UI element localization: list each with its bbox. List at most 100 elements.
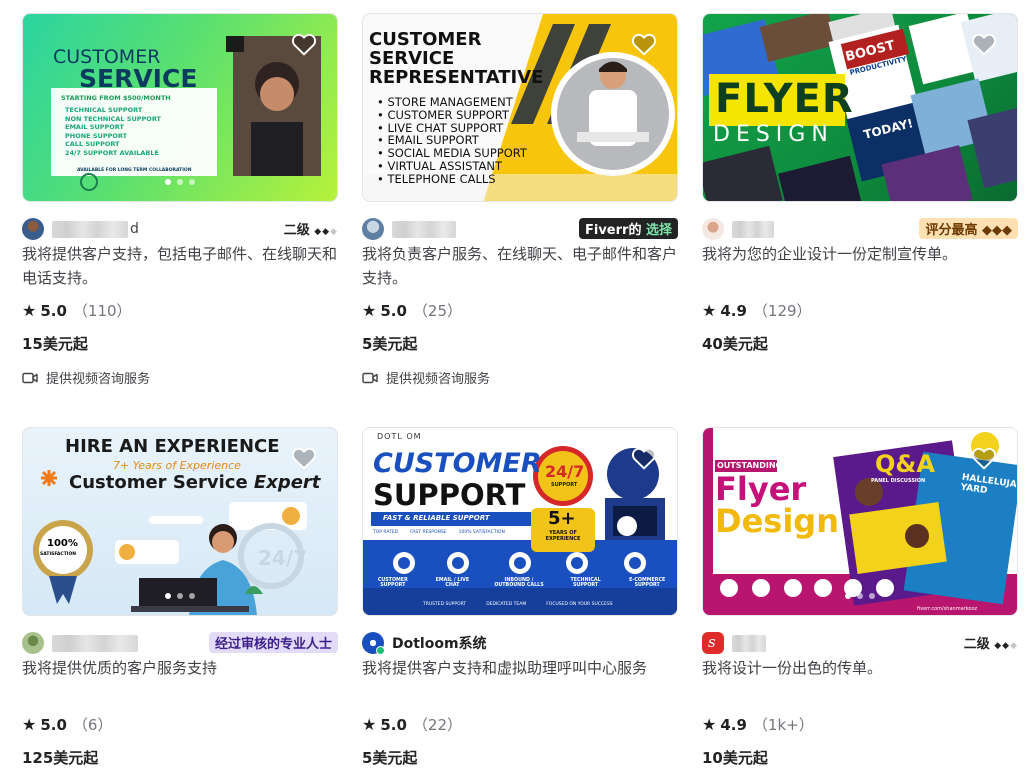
heart-icon[interactable] xyxy=(291,446,317,470)
gig-card[interactable]: FLYER DESIGN BOOST PRODUCTIVITY TODAY! 评… xyxy=(702,13,1018,354)
gig-title[interactable]: 我将负责客户服务、在线聊天、电子邮件和客户支持。 xyxy=(362,242,678,290)
thumb-title-line: CUSTOMER xyxy=(369,29,482,50)
thumb-item: CALL SUPPORT xyxy=(65,140,120,148)
thumb-strip: FAST & RELIABLE SUPPORT xyxy=(383,514,490,522)
heart-icon[interactable] xyxy=(631,32,657,56)
seller-name-blurred[interactable] xyxy=(392,220,456,238)
gig-card[interactable]: CUSTOMER SERVICE STARTING FROM $500/MONT… xyxy=(22,13,338,387)
thumb-seal-text: SATISFACTION xyxy=(40,552,77,557)
thumb-item: TELEPHONE CALLS xyxy=(387,171,496,186)
avatar[interactable] xyxy=(362,218,384,240)
carousel-dots[interactable] xyxy=(165,179,195,185)
thumb-footer: AVAILABLE FOR LONG TERM COLLABORATION xyxy=(77,168,192,173)
rating-score: 5.0 xyxy=(40,301,67,320)
price: 5美元起 xyxy=(362,335,418,353)
heart-icon[interactable] xyxy=(631,446,657,470)
seller-name[interactable]: Dotloom系统 xyxy=(392,633,487,653)
rating-score: 5.0 xyxy=(380,301,407,320)
thumb-service: INBOUND / OUTBOUND CALLS xyxy=(494,578,544,588)
price: 40美元起 xyxy=(702,335,768,353)
seller-name-tail[interactable]: d xyxy=(130,221,139,237)
video-consultation: 提供视频咨询服务 xyxy=(22,368,338,387)
thumb-badge247-sub: SUPPORT xyxy=(551,482,578,488)
thumb-qa: Q&A xyxy=(875,450,935,478)
rating-count: （110） xyxy=(72,302,132,320)
level-diamonds-icon: ◆◆◆ xyxy=(994,641,1018,651)
seller-name-blurred[interactable] xyxy=(52,220,128,238)
gig-title[interactable]: 我将提供客户支持，包括电子邮件、在线聊天和电话支持。 xyxy=(22,242,338,290)
star-icon: ★ xyxy=(22,715,37,734)
star-icon: ★ xyxy=(702,301,717,320)
gig-title[interactable]: 我将提供客户支持和虚拟助理呼叫中心服务 xyxy=(362,656,678,704)
thumb-items: TECHNICAL SUPPORT NON TECHNICAL SUPPORT … xyxy=(65,106,161,157)
gig-thumbnail[interactable]: CUSTOMER SERVICE REPRESENTATIVE • STORE … xyxy=(362,13,678,202)
price: 125美元起 xyxy=(22,749,99,767)
heart-icon[interactable] xyxy=(971,32,997,56)
thumb-item: TECHNICAL SUPPORT xyxy=(65,106,143,114)
gig-thumbnail[interactable]: OUTSTANDING Flyer Design Q&A PANEL DISCU… xyxy=(702,427,1018,616)
rating: ★ 4.9 （1k+） xyxy=(702,714,1018,735)
gig-thumbnail[interactable]: FLYER DESIGN BOOST PRODUCTIVITY TODAY! xyxy=(702,13,1018,202)
rating: ★ 5.0 （6） xyxy=(22,714,338,735)
rating-count: （22） xyxy=(412,716,463,734)
rating-count: （129） xyxy=(752,302,812,320)
fiverrs-choice-badge: Fiverr的 选择 xyxy=(579,218,678,239)
gig-card[interactable]: DOTL OM CUSTOMER SUPPORT FAST & RELIABLE… xyxy=(362,427,678,768)
avatar[interactable] xyxy=(702,218,724,240)
gig-card[interactable]: HIRE AN EXPERIENCE 7+ Years of Experienc… xyxy=(22,427,338,768)
thumb-logo: DOTL OM xyxy=(377,432,422,441)
avatar[interactable] xyxy=(362,632,385,655)
seller-level-label: 二级 xyxy=(283,223,310,238)
thumb-url: fiverr.com/shanmarkooz xyxy=(917,606,978,612)
thumb-check: FAST RESPONSE xyxy=(410,530,447,535)
rating: ★ 5.0 （110） xyxy=(22,300,338,321)
thumb-line1: CUSTOMER xyxy=(373,448,542,479)
thumb-service: E-COMMERCE SUPPORT xyxy=(629,578,666,588)
gig-thumbnail[interactable]: CUSTOMER SERVICE STARTING FROM $500/MONT… xyxy=(22,13,338,202)
thumb-qa-sub: PANEL DISCUSSION xyxy=(871,478,926,484)
seller-info[interactable]: 经过审核的专业人士 xyxy=(22,630,338,656)
thumb-line3-accent: Expert xyxy=(253,472,321,493)
gig-thumbnail[interactable]: DOTL OM CUSTOMER SUPPORT FAST & RELIABLE… xyxy=(362,427,678,616)
seller-name-blurred[interactable] xyxy=(732,634,766,652)
carousel-dots[interactable] xyxy=(845,593,875,599)
rating-score: 4.9 xyxy=(720,301,747,320)
thumb-checks: TOP RATED FAST RESPONSE 100% SATISFACTIO… xyxy=(373,530,505,535)
rating-count: （6） xyxy=(72,716,113,734)
gig-title[interactable]: 我将为您的企业设计一份定制宣传单。 xyxy=(702,242,1018,290)
gig-thumbnail[interactable]: HIRE AN EXPERIENCE 7+ Years of Experienc… xyxy=(22,427,338,616)
thumb-items: • STORE MANAGEMENT • CUSTOMER SUPPORT • … xyxy=(377,95,527,186)
seller-info[interactable]: 评分最高 ◆◆◆ xyxy=(702,216,1018,242)
thumb-line1: HIRE AN EXPERIENCE xyxy=(65,436,280,457)
gig-title[interactable]: 我将提供优质的客户服务支持 xyxy=(22,656,338,704)
star-icon: ★ xyxy=(362,301,377,320)
thumb-item: PHONE SUPPORT xyxy=(65,131,128,140)
carousel-dots[interactable] xyxy=(165,593,195,599)
seller-level: 二级 ◆◆◆ xyxy=(964,633,1018,652)
price: 10美元起 xyxy=(702,749,768,767)
video-consultation-label: 提供视频咨询服务 xyxy=(46,372,151,387)
video-consultation-label: 提供视频咨询服务 xyxy=(386,372,491,387)
seller-info[interactable]: d 二级 ◆◆◆ xyxy=(22,216,338,242)
avatar[interactable]: s xyxy=(702,632,724,654)
thumb-title-line: SERVICE xyxy=(369,48,455,69)
thumb-item: 24/7 SUPPORT AVAILABLE xyxy=(65,148,159,157)
heart-icon[interactable] xyxy=(971,446,997,470)
avatar[interactable] xyxy=(22,632,44,654)
seller-name-blurred[interactable] xyxy=(732,220,774,238)
seller-info[interactable]: Fiverr的 选择 xyxy=(362,216,678,242)
badge-label: Fiverr的 xyxy=(585,223,642,238)
thumb-design: DESIGN xyxy=(713,122,834,147)
gig-title[interactable]: 我将设计一份出色的传单。 xyxy=(702,656,1018,704)
heart-icon[interactable] xyxy=(291,32,317,56)
seller-info[interactable]: s 二级 ◆◆◆ xyxy=(702,630,1018,656)
rating-count: （1k+） xyxy=(752,716,814,734)
seller-info[interactable]: Dotloom系统 xyxy=(362,630,678,656)
rating-count: （25） xyxy=(412,302,463,320)
gig-card[interactable]: CUSTOMER SERVICE REPRESENTATIVE • STORE … xyxy=(362,13,678,387)
avatar[interactable] xyxy=(22,218,44,240)
seller-name-blurred[interactable] xyxy=(52,634,138,652)
gig-card[interactable]: OUTSTANDING Flyer Design Q&A PANEL DISCU… xyxy=(702,427,1018,768)
star-icon: ★ xyxy=(22,301,37,320)
thumb-bottom-item: FOCUSED ON YOUR SUCCESS xyxy=(546,602,613,607)
